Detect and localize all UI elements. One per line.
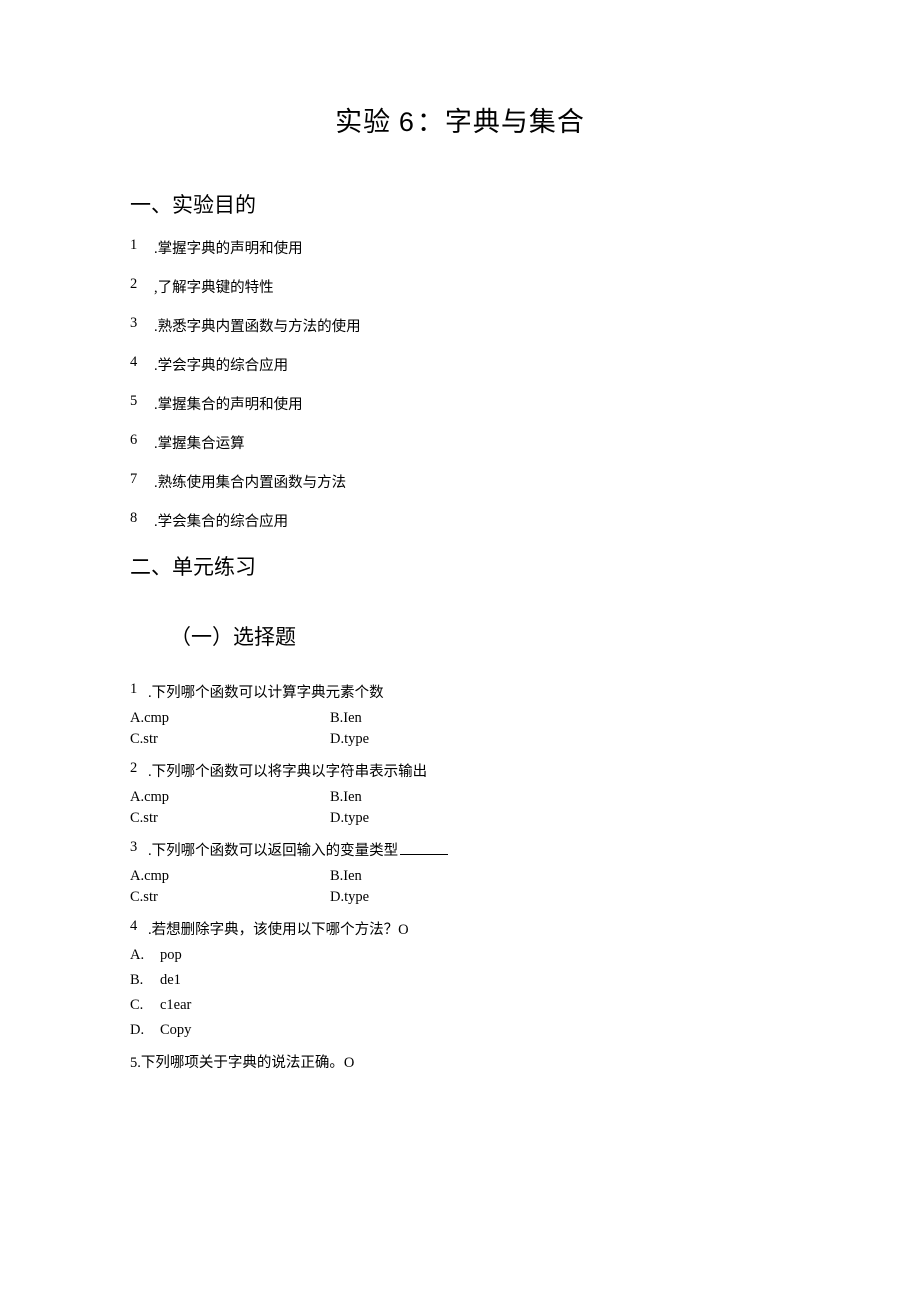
option-a-line: A. pop [130,947,790,964]
option-d-line: D. Copy [130,1022,790,1039]
question-stem: .下列哪个函数可以计算字典元素个数 [148,681,384,702]
objective-text: .掌握字典的声明和使用 [154,237,303,258]
option-b-line: B. de1 [130,972,790,989]
option-text: de1 [160,972,181,989]
question-4: 4 .若想删除字典，该使用以下哪个方法？O [130,918,790,939]
option-d: D.type [330,889,530,906]
option-label: A. [130,947,146,964]
option-c: C.str [130,810,330,827]
option-a: A.cmp [130,868,330,885]
objective-item: 7 .熟练使用集合内置函数与方法 [130,471,790,492]
question-3-options-row: C.str D.type [130,889,790,906]
objective-index: 6 [130,432,140,453]
question-stem: .下列哪个函数可以将字典以字符串表示输出 [148,760,427,781]
document-page: 实验 6：字典与集合 一、实验目的 1 .掌握字典的声明和使用 2 ,了解字典键… [0,0,920,1301]
subsection-heading: （一）选择题 [170,621,790,651]
fill-blank [400,854,448,855]
objective-item: 2 ,了解字典键的特性 [130,276,790,297]
option-label: C. [130,997,146,1014]
objective-item: 5 .掌握集合的声明和使用 [130,393,790,414]
option-d: D.type [330,731,530,748]
document-title: 实验 6：字典与集合 [130,100,790,139]
option-text: c1ear [160,997,191,1014]
title-suffix: ：字典与集合 [417,107,585,137]
question-1: 1 .下列哪个函数可以计算字典元素个数 [130,681,790,702]
objective-index: 4 [130,354,140,375]
option-a: A.cmp [130,710,330,727]
objective-text: .熟练使用集合内置函数与方法 [154,471,346,492]
option-c-line: C. c1ear [130,997,790,1014]
option-b: B.Ien [330,868,530,885]
option-c: C.str [130,731,330,748]
objective-index: 2 [130,276,140,297]
question-stem: .若想删除字典，该使用以下哪个方法？O [148,918,409,939]
option-text: Copy [160,1022,191,1039]
objective-index: 7 [130,471,140,492]
question-index: 1 [130,681,140,702]
objective-text: ,了解字典键的特性 [154,276,274,297]
objective-text: .掌握集合运算 [154,432,245,453]
question-3: 3 .下列哪个函数可以返回输入的变量类型 [130,839,790,860]
title-number: 6 [399,107,415,137]
option-label: B. [130,972,146,989]
title-prefix: 实验 [335,107,399,137]
objective-text: .学会字典的综合应用 [154,354,288,375]
objective-text: .学会集合的综合应用 [154,510,288,531]
objective-item: 4 .学会字典的综合应用 [130,354,790,375]
objective-text: .掌握集合的声明和使用 [154,393,303,414]
objective-item: 3 .熟悉字典内置函数与方法的使用 [130,315,790,336]
option-b: B.Ien [330,789,530,806]
objective-index: 3 [130,315,140,336]
question-stem: .下列哪个函数可以返回输入的变量类型 [148,839,448,860]
question-2-options-row: A.cmp B.Ien [130,789,790,806]
objective-index: 8 [130,510,140,531]
option-c: C.str [130,889,330,906]
section-2-heading: 二、单元练习 [130,551,790,581]
question-index: 2 [130,760,140,781]
objective-index: 5 [130,393,140,414]
question-index: 3 [130,839,140,860]
option-d: D.type [330,810,530,827]
question-2-options-row: C.str D.type [130,810,790,827]
objective-item: 8 .学会集合的综合应用 [130,510,790,531]
option-label: D. [130,1022,146,1039]
question-3-options-row: A.cmp B.Ien [130,868,790,885]
question-5: 5.下列哪项关于字典的说法正确。O [130,1051,790,1072]
question-stem: 5.下列哪项关于字典的说法正确。O [130,1051,354,1072]
question-1-options-row: A.cmp B.Ien [130,710,790,727]
option-text: pop [160,947,182,964]
objective-item: 1 .掌握字典的声明和使用 [130,237,790,258]
objective-index: 1 [130,237,140,258]
option-b: B.Ien [330,710,530,727]
question-1-options-row: C.str D.type [130,731,790,748]
objective-item: 6 .掌握集合运算 [130,432,790,453]
question-index: 4 [130,918,140,939]
question-2: 2 .下列哪个函数可以将字典以字符串表示输出 [130,760,790,781]
option-a: A.cmp [130,789,330,806]
objective-text: .熟悉字典内置函数与方法的使用 [154,315,361,336]
question-stem-text: .下列哪个函数可以返回输入的变量类型 [148,843,398,859]
section-1-heading: 一、实验目的 [130,189,790,219]
